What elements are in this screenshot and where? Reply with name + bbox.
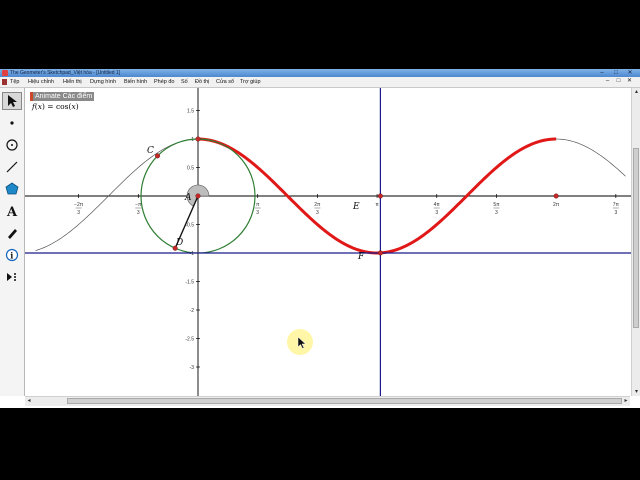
x-tick-label: 7π [613, 202, 620, 208]
point-2pi [553, 193, 559, 199]
function-name: f [32, 102, 35, 111]
application-window: The Geometer's Sketchpad_Việt hóa - [Unt… [0, 69, 640, 408]
function-definition[interactable]: f(x) = cos(x) [32, 102, 79, 111]
x-tick-denominator: 3 [316, 210, 319, 216]
y-tick-label: 1.5 [187, 109, 194, 115]
point-label-e: E [352, 202, 360, 212]
y-tick-label: 0.5 [187, 166, 194, 172]
point-f [377, 250, 383, 256]
scroll-right-icon[interactable]: ▸ [622, 397, 630, 406]
scroll-down-icon[interactable]: ▾ [632, 388, 640, 396]
function-body: cos [55, 102, 69, 111]
y-tick-label: -1.5 [185, 280, 194, 286]
x-tick-label: 2π [553, 202, 560, 208]
vertical-scroll-thumb[interactable] [633, 148, 639, 328]
y-tick-label: -3 [190, 365, 195, 371]
sketch-canvas[interactable]: −2π3−π3π32π3π 4π35π32π 7π31.510.5-0.5-1-1.… [0, 69, 640, 408]
point-e [377, 193, 383, 199]
x-tick-denominator: 3 [137, 210, 140, 216]
x-tick-denominator: 3 [435, 210, 438, 216]
x-tick-denominator: 3 [77, 210, 80, 216]
x-tick-denominator: 3 [614, 210, 617, 216]
x-tick-denominator: 3 [495, 210, 498, 216]
point-a [195, 193, 201, 199]
function-variable-2: x [71, 102, 76, 111]
y-tick-label: -2 [190, 308, 195, 314]
x-tick-label: −2π [74, 202, 84, 208]
y-tick-label: -2.5 [185, 337, 194, 343]
y-tick-label: 1 [191, 137, 194, 143]
animate-points-button[interactable]: Animate Các điểm [30, 92, 95, 101]
vertical-scrollbar[interactable]: ▴ ▾ [631, 88, 640, 396]
point-start [195, 136, 201, 142]
function-variable: x [37, 102, 42, 111]
point-label-f: F [357, 252, 365, 262]
horizontal-scrollbar[interactable]: ◂ ▸ [25, 396, 630, 406]
horizontal-scroll-thumb[interactable] [67, 398, 622, 404]
x-tick-label: π [256, 202, 260, 208]
scroll-left-icon[interactable]: ◂ [25, 397, 33, 406]
point-label-d: D [175, 238, 183, 248]
scroll-up-icon[interactable]: ▴ [632, 88, 640, 96]
x-tick-label: 5π [493, 202, 500, 208]
x-tick-label: π [375, 202, 379, 208]
x-tick-denominator: 3 [256, 210, 259, 216]
coordinate-axes: −2π3−π3π32π3π 4π35π32π 7π31.510.5-0.5-1-1.… [25, 88, 631, 396]
point-label-a: A [184, 193, 192, 203]
point-c [155, 153, 161, 159]
x-tick-label: 4π [434, 202, 441, 208]
point-label-c: C [147, 146, 154, 156]
x-tick-label: 2π [314, 202, 321, 208]
